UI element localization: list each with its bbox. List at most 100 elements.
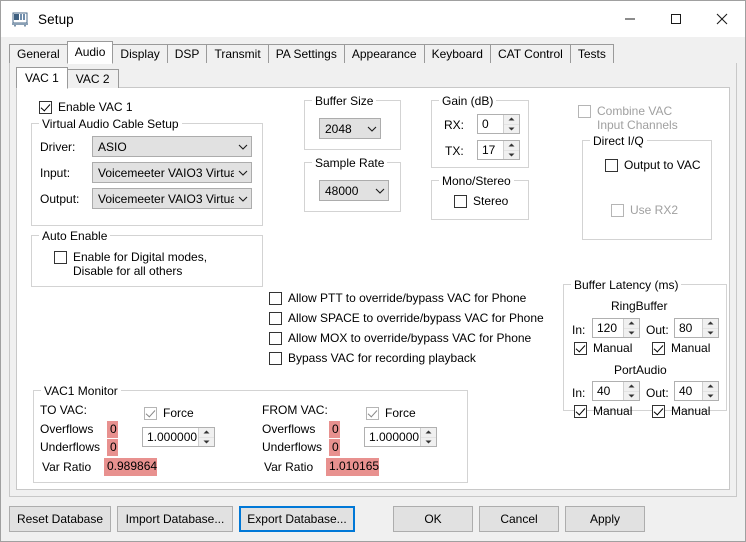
- vac1-page: Enable VAC 1 Virtual Audio Cable Setup D…: [16, 87, 730, 490]
- chevron-down-icon: [371, 188, 388, 194]
- spinner-down-icon[interactable]: [504, 150, 519, 159]
- import-database-button[interactable]: Import Database...: [117, 506, 233, 532]
- spinner-buttons[interactable]: [198, 428, 214, 446]
- tab-general[interactable]: General: [9, 44, 68, 63]
- spinner-up-icon[interactable]: [504, 115, 519, 125]
- spinner-buttons[interactable]: [702, 382, 718, 400]
- tab-dsp[interactable]: DSP: [166, 44, 208, 63]
- ringbuffer-out-manual-checkbox[interactable]: Manual: [652, 341, 710, 355]
- spinner-up-icon[interactable]: [703, 382, 718, 392]
- from-vac-overflows-label: Overflows: [262, 422, 316, 436]
- ringbuffer-out-spinner[interactable]: 80: [674, 318, 719, 338]
- enable-vac1-checkbox[interactable]: Enable VAC 1: [39, 100, 133, 114]
- buffer-size-combo[interactable]: 2048: [319, 118, 381, 139]
- allow-ptt-override-checkbox[interactable]: Allow PTT to override/bypass VAC for Pho…: [269, 291, 526, 305]
- spinner-down-icon[interactable]: [703, 391, 718, 400]
- spinner-down-icon[interactable]: [504, 124, 519, 133]
- rx-gain-label: RX:: [444, 118, 465, 132]
- to-vac-force-value-spinner[interactable]: 1.000000: [142, 427, 215, 447]
- spinner-down-icon[interactable]: [703, 328, 718, 337]
- from-vac-force-checkbox[interactable]: Force: [366, 406, 416, 420]
- tab-keyboard[interactable]: Keyboard: [423, 44, 491, 63]
- spinner-up-icon[interactable]: [624, 382, 639, 392]
- spinner-buttons[interactable]: [503, 141, 519, 159]
- spinner-down-icon[interactable]: [624, 391, 639, 400]
- chevron-down-icon: [234, 144, 251, 150]
- combine-vac-input-channels-checkbox: Combine VAC Input Channels: [578, 104, 708, 132]
- reset-database-button[interactable]: Reset Database: [9, 506, 111, 532]
- allow-mox-override-checkbox[interactable]: Allow MOX to override/bypass VAC for Pho…: [269, 331, 531, 345]
- apply-button[interactable]: Apply: [565, 506, 645, 532]
- driver-combo[interactable]: ASIO: [92, 136, 252, 157]
- input-label: Input:: [40, 166, 71, 180]
- export-database-button[interactable]: Export Database...: [239, 506, 355, 532]
- rx-gain-spinner[interactable]: 0: [477, 114, 520, 134]
- tx-gain-spinner[interactable]: 17: [477, 140, 520, 160]
- radio-device-icon: [11, 10, 29, 28]
- spinner-buttons[interactable]: [503, 115, 519, 133]
- spinner-buttons[interactable]: [623, 382, 639, 400]
- auto-enable-label: Enable for Digital modes, Disable for al…: [73, 250, 208, 278]
- allow-ptt-override-label: Allow PTT to override/bypass VAC for Pho…: [288, 291, 527, 305]
- spinner-down-icon[interactable]: [199, 437, 214, 446]
- spinner-up-icon[interactable]: [504, 141, 519, 151]
- tab-tests[interactable]: Tests: [569, 44, 614, 63]
- spinner-down-icon[interactable]: [421, 437, 436, 446]
- portaudio-out-spinner[interactable]: 40: [674, 381, 719, 401]
- from-vac-underflows-label: Underflows: [262, 440, 323, 454]
- tab-vac-2[interactable]: VAC 2: [66, 69, 119, 88]
- tab-audio[interactable]: Audio: [66, 41, 114, 64]
- output-to-vac-checkbox[interactable]: Output to VAC: [605, 158, 700, 172]
- checkbox-box: [39, 101, 52, 114]
- minimize-button[interactable]: [607, 1, 653, 37]
- output-combo[interactable]: Voicemeeter VAIO3 Virtual A: [92, 188, 252, 209]
- tab-cat-control[interactable]: CAT Control: [489, 44, 571, 63]
- spinner-buttons[interactable]: [702, 319, 718, 337]
- spinner-buttons[interactable]: [420, 428, 436, 446]
- tab-transmit[interactable]: Transmit: [206, 44, 269, 63]
- input-combo[interactable]: Voicemeeter VAIO3 Virtual A: [92, 162, 252, 183]
- vac-tab-strip: VAC 1 VAC 2: [10, 65, 736, 89]
- cancel-button[interactable]: Cancel: [479, 506, 559, 532]
- from-vac-header: FROM VAC:: [262, 403, 328, 417]
- from-vac-var-ratio-label: Var Ratio: [264, 460, 314, 474]
- ringbuffer-in-label: In:: [572, 323, 586, 337]
- tab-vac-1[interactable]: VAC 1: [16, 67, 68, 89]
- portaudio-in-manual-checkbox[interactable]: Manual: [574, 404, 632, 418]
- allow-mox-override-label: Allow MOX to override/bypass VAC for Pho…: [288, 331, 532, 345]
- allow-space-override-checkbox[interactable]: Allow SPACE to override/bypass VAC for P…: [269, 311, 544, 325]
- from-vac-force-value-spinner[interactable]: 1.000000: [364, 427, 437, 447]
- tab-appearance[interactable]: Appearance: [343, 44, 425, 63]
- spinner-up-icon[interactable]: [703, 319, 718, 329]
- maximize-button[interactable]: [653, 1, 699, 37]
- close-button[interactable]: [699, 1, 745, 37]
- from-vac-var-ratio-value: 1.010165: [326, 458, 379, 476]
- ringbuffer-in-manual-checkbox[interactable]: Manual: [574, 341, 632, 355]
- buffer-size-group: Buffer Size 2048: [304, 94, 401, 150]
- audio-tab-panel: VAC 1 VAC 2 Enable VAC 1 Virtual Audio C…: [9, 63, 737, 497]
- portaudio-in-spinner[interactable]: 40: [592, 381, 640, 401]
- sample-rate-combo[interactable]: 48000: [319, 180, 389, 201]
- to-vac-underflows-label: Underflows: [40, 440, 101, 454]
- stereo-checkbox[interactable]: Stereo: [454, 194, 508, 208]
- ringbuffer-in-manual-label: Manual: [593, 341, 633, 355]
- portaudio-in-label: In:: [572, 386, 586, 400]
- to-vac-force-checkbox[interactable]: Force: [144, 406, 194, 420]
- tab-display[interactable]: Display: [112, 44, 168, 63]
- ringbuffer-in-spinner[interactable]: 120: [592, 318, 640, 338]
- spinner-up-icon[interactable]: [624, 319, 639, 329]
- to-vac-force-label: Force: [163, 406, 194, 420]
- allow-space-override-label: Allow SPACE to override/bypass VAC for P…: [288, 311, 544, 325]
- ok-button[interactable]: OK: [393, 506, 473, 532]
- auto-enable-checkbox[interactable]: Enable for Digital modes, Disable for al…: [54, 250, 244, 278]
- spinner-down-icon[interactable]: [624, 328, 639, 337]
- spinner-up-icon[interactable]: [421, 428, 436, 438]
- buffer-size-title: Buffer Size: [312, 94, 377, 108]
- bypass-vac-recording-label: Bypass VAC for recording playback: [288, 351, 476, 365]
- portaudio-out-manual-checkbox[interactable]: Manual: [652, 404, 710, 418]
- bypass-vac-recording-checkbox[interactable]: Bypass VAC for recording playback: [269, 351, 476, 365]
- spinner-buttons[interactable]: [623, 319, 639, 337]
- tab-pa-settings[interactable]: PA Settings: [267, 44, 345, 63]
- setup-window: Setup General Audio Display DSP Transmit…: [0, 0, 746, 542]
- spinner-up-icon[interactable]: [199, 428, 214, 438]
